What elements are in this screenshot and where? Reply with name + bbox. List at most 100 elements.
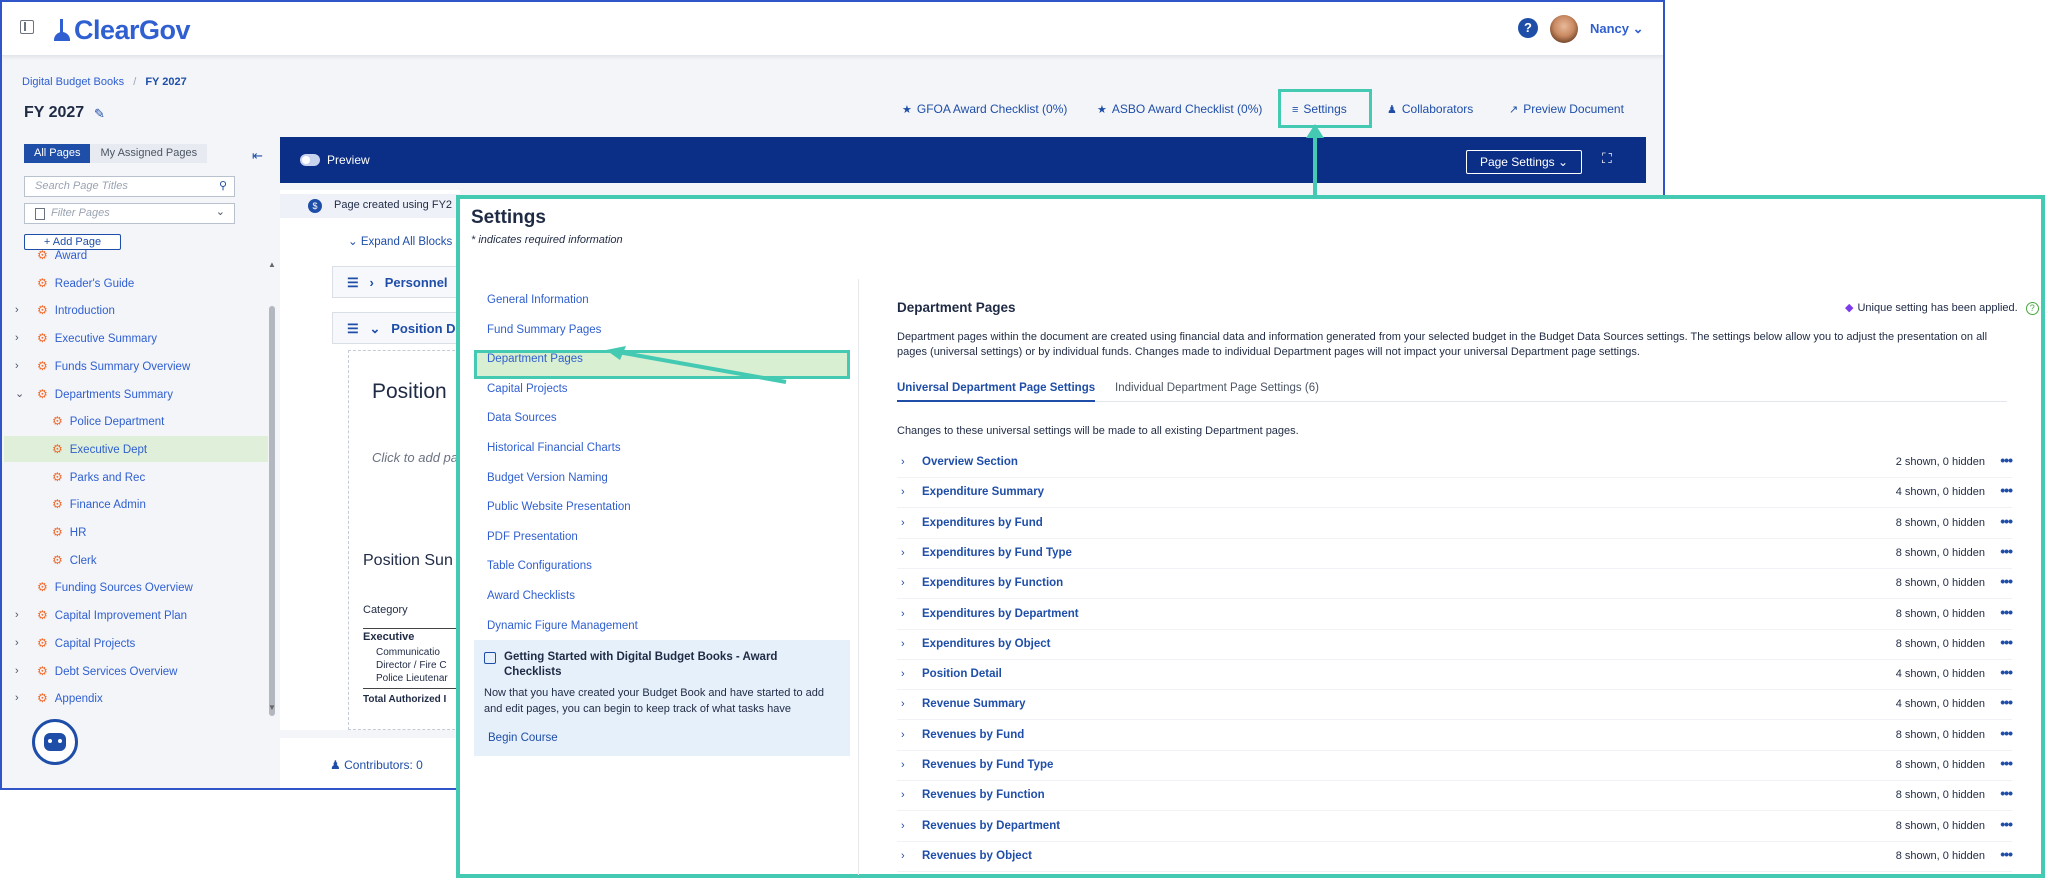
scroll-thumb[interactable] <box>269 306 275 716</box>
drag-handle-icon[interactable]: ☰ <box>347 321 359 336</box>
more-options-icon[interactable]: ••• <box>2000 785 2013 801</box>
settings-row[interactable]: › Position Detail 4 shown, 0 hidden ••• <box>897 660 2013 691</box>
more-options-icon[interactable]: ••• <box>2000 573 2013 589</box>
tab-individual-settings[interactable]: Individual Department Page Settings (6) <box>1115 382 1319 394</box>
tree-item[interactable]: ⚙ Funding Sources Overview <box>37 574 193 600</box>
filter-pages-select[interactable]: Filter Pages ⌄ <box>24 203 235 224</box>
expand-all-blocks-link[interactable]: ⌄ Expand All Blocks <box>348 234 452 248</box>
contributors-count[interactable]: ♟ Contributors: 0 <box>280 738 460 788</box>
sidebar-toggle-icon[interactable] <box>20 20 34 34</box>
tree-item[interactable]: ⚙ HR <box>52 519 86 545</box>
settings-row[interactable]: › Revenues by Fund Type 8 shown, 0 hidden •… <box>897 751 2013 781</box>
chevron-right-icon[interactable]: › <box>901 577 905 589</box>
page-settings-button[interactable]: Page Settings ⌄ <box>1466 150 1582 174</box>
click-to-add-placeholder[interactable]: Click to add pa <box>372 450 458 465</box>
settings-row[interactable]: › Overview Section 2 shown, 0 hidden ••• <box>897 448 2013 478</box>
more-options-icon[interactable]: ••• <box>2000 543 2013 559</box>
tree-item[interactable]: ⚙ Parks and Rec <box>52 464 145 490</box>
search-icon[interactable]: ⚲ <box>219 179 227 192</box>
settings-row[interactable]: › Revenues by Fund 8 shown, 0 hidden ••• <box>897 721 2013 751</box>
chevron-right-icon[interactable]: › <box>901 668 905 680</box>
tree-item[interactable]: › ⚙ Introduction <box>15 297 115 323</box>
tree-item[interactable]: › ⚙ Appendix <box>15 685 103 711</box>
tree-item[interactable]: ⚙ Reader's Guide <box>37 270 134 296</box>
tree-item[interactable]: › ⚙ Funds Summary Overview <box>15 353 190 379</box>
settings-menu-item[interactable]: PDF Presentation <box>487 531 578 543</box>
user-menu[interactable]: Nancy ⌄ <box>1590 21 1644 37</box>
chevron-right-icon[interactable]: › <box>901 517 905 529</box>
settings-row[interactable]: › Expenditures by Object 8 shown, 0 hidden… <box>897 630 2013 660</box>
settings-menu-item[interactable]: Capital Projects <box>487 383 568 395</box>
asbo-checklist-link[interactable]: ★ ASBO Award Checklist (0%) <box>1097 102 1262 116</box>
tab-universal-settings[interactable]: Universal Department Page Settings <box>897 382 1096 402</box>
tree-item[interactable]: ⚙ Police Department <box>52 408 164 434</box>
chevron-right-icon[interactable]: › <box>901 729 905 741</box>
course-card[interactable]: Getting Started with Digital Budget Book… <box>474 640 850 756</box>
breadcrumb-root-link[interactable]: Digital Budget Books <box>22 76 124 88</box>
chevron-right-icon[interactable]: › <box>15 297 19 323</box>
tree-item[interactable]: ⚙ Clerk <box>52 547 97 573</box>
chevron-down-icon[interactable]: ⌄ <box>15 381 24 407</box>
chevron-right-icon[interactable]: › <box>901 608 905 620</box>
settings-menu-item[interactable]: Department Pages <box>487 353 583 365</box>
tree-item[interactable]: › ⚙ Executive Summary <box>15 325 157 351</box>
tab-my-assigned-pages[interactable]: My Assigned Pages <box>90 144 208 163</box>
chevron-right-icon[interactable]: › <box>15 325 19 351</box>
cleargov-logo[interactable]: ClearGov <box>52 15 191 46</box>
settings-row[interactable]: › Revenues by Object 8 shown, 0 hidden ••• <box>897 842 2013 872</box>
settings-menu-item[interactable]: Dynamic Figure Management <box>487 620 638 632</box>
settings-row[interactable]: › Revenue Summary 4 shown, 0 hidden ••• <box>897 690 2013 721</box>
more-options-icon[interactable]: ••• <box>2000 755 2013 771</box>
chevron-right-icon[interactable]: › <box>15 602 19 628</box>
tree-item[interactable]: › ⚙ Capital Projects <box>15 630 135 656</box>
chevron-right-icon[interactable]: › <box>15 685 19 711</box>
chevron-right-icon[interactable]: › <box>901 820 905 832</box>
more-options-icon[interactable]: ••• <box>2000 482 2013 498</box>
scroll-up-icon[interactable]: ▲ <box>268 260 276 269</box>
settings-menu-item[interactable]: Fund Summary Pages <box>487 324 601 336</box>
more-options-icon[interactable]: ••• <box>2000 664 2013 680</box>
avatar[interactable] <box>1550 15 1578 43</box>
chevron-right-icon[interactable]: › <box>901 456 905 468</box>
edit-pencil-icon[interactable]: ✎ <box>94 106 105 122</box>
fullscreen-icon[interactable]: ⛶ <box>1602 150 1612 167</box>
help-circle-icon[interactable]: ? <box>2025 302 2039 315</box>
more-options-icon[interactable]: ••• <box>2000 604 2013 620</box>
collaborators-link[interactable]: ♟ Collaborators <box>1387 102 1473 116</box>
collapse-panel-icon[interactable]: ⇤ <box>252 148 263 164</box>
more-options-icon[interactable]: ••• <box>2000 634 2013 650</box>
chevron-right-icon[interactable]: › <box>15 630 19 656</box>
chevron-right-icon[interactable]: › <box>901 698 905 710</box>
tree-item[interactable]: ⚙ Award <box>37 242 87 268</box>
settings-row[interactable]: › Expenditure Summary 4 shown, 0 hidden ••• <box>897 478 2013 509</box>
settings-row[interactable]: › Expenditures by Fund 8 shown, 0 hidden ••… <box>897 509 2013 539</box>
position-detail-block[interactable]: ☰ ⌄ Position D <box>332 312 460 344</box>
chevron-right-icon[interactable]: › <box>901 486 905 498</box>
settings-menu-item[interactable]: Data Sources <box>487 412 557 424</box>
settings-menu-item[interactable]: Public Website Presentation <box>487 501 631 513</box>
settings-row[interactable]: › Revenues by Function 8 shown, 0 hidden ••… <box>897 781 2013 812</box>
help-icon[interactable]: ? <box>1518 18 1538 38</box>
chevron-right-icon[interactable]: › <box>901 547 905 559</box>
assistant-bot-button[interactable] <box>32 719 78 765</box>
more-options-icon[interactable]: ••• <box>2000 513 2013 529</box>
page-tree-scrollbar[interactable]: ▲ ▼ <box>268 260 276 716</box>
drag-handle-icon[interactable]: ☰ <box>347 275 359 290</box>
chevron-right-icon[interactable]: › <box>15 658 19 684</box>
tree-item[interactable]: ⚙ Executive Dept <box>52 436 147 462</box>
settings-row[interactable]: › Expenditures by Function 8 shown, 0 hidd… <box>897 569 2013 600</box>
chevron-right-icon[interactable]: › <box>901 850 905 862</box>
tree-item[interactable]: › ⚙ Debt Services Overview <box>15 658 177 684</box>
scroll-down-icon[interactable]: ▼ <box>268 703 276 712</box>
settings-menu-item[interactable]: Table Configurations <box>487 560 592 572</box>
more-options-icon[interactable]: ••• <box>2000 846 2013 862</box>
begin-course-link[interactable]: Begin Course <box>488 732 558 744</box>
settings-menu-item[interactable]: Historical Financial Charts <box>487 442 621 454</box>
settings-menu-item[interactable]: Budget Version Naming <box>487 472 608 484</box>
more-options-icon[interactable]: ••• <box>2000 725 2013 741</box>
tree-item[interactable]: › ⚙ Capital Improvement Plan <box>15 602 187 628</box>
tree-item[interactable]: ⌄ ⚙ Departments Summary <box>15 381 173 407</box>
chevron-right-icon[interactable]: › <box>15 353 19 379</box>
settings-menu-item[interactable]: Award Checklists <box>487 590 575 602</box>
preview-toggle[interactable] <box>300 154 320 166</box>
